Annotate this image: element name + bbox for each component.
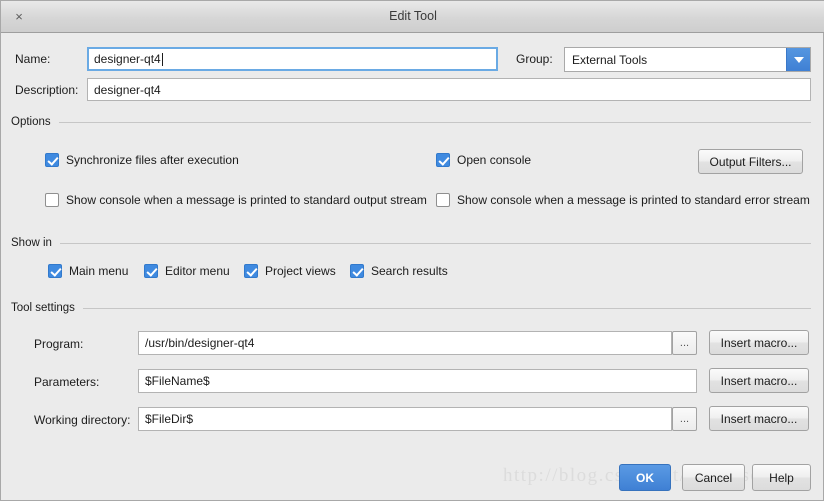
group-label: Group:: [516, 52, 553, 66]
checkbox-indicator: [45, 193, 59, 207]
parameters-label: Parameters:: [34, 375, 100, 389]
parameters-input-value: $FileName$: [145, 374, 210, 388]
group-select-value: External Tools: [572, 52, 648, 67]
program-insert-macro-button[interactable]: Insert macro...: [709, 330, 809, 355]
checkbox-label: Project views: [265, 264, 336, 278]
show-in-group-header: Show in: [11, 235, 811, 251]
checkbox-show-console-stderr[interactable]: Show console when a message is printed t…: [436, 193, 810, 207]
checkbox-sync-files[interactable]: Synchronize files after execution: [45, 153, 239, 167]
program-browse-button[interactable]: ...: [672, 331, 697, 355]
checkbox-main-menu[interactable]: Main menu: [48, 264, 128, 278]
working-directory-label: Working directory:: [34, 413, 131, 427]
divider: [59, 242, 811, 244]
group-select[interactable]: External Tools: [564, 47, 811, 72]
parameters-insert-macro-button[interactable]: Insert macro...: [709, 368, 809, 393]
description-label: Description:: [15, 83, 79, 97]
checkbox-indicator: [436, 193, 450, 207]
checkbox-editor-menu[interactable]: Editor menu: [144, 264, 230, 278]
name-label: Name:: [15, 52, 51, 66]
program-input-value: /usr/bin/designer-qt4: [145, 336, 255, 350]
divider: [58, 121, 811, 123]
checkbox-label: Main menu: [69, 264, 129, 278]
help-button[interactable]: Help: [752, 464, 811, 491]
checkbox-search-results[interactable]: Search results: [350, 264, 448, 278]
tool-settings-group-title: Tool settings: [11, 302, 75, 314]
title-bar: × Edit Tool: [1, 1, 824, 33]
page-title: Edit Tool: [389, 9, 437, 23]
checkbox-label: Show console when a message is printed t…: [66, 193, 427, 207]
checkbox-indicator: [48, 264, 62, 278]
description-input[interactable]: designer-qt4: [87, 78, 811, 101]
options-group-title: Options: [11, 116, 51, 128]
working-directory-input-value: $FileDir$: [145, 412, 194, 426]
checkbox-indicator: [144, 264, 158, 278]
checkbox-indicator: [244, 264, 258, 278]
options-group-header: Options: [11, 114, 811, 130]
checkbox-indicator: [45, 153, 59, 167]
parameters-input[interactable]: $FileName$: [138, 369, 697, 393]
divider: [82, 307, 811, 309]
working-directory-input[interactable]: $FileDir$: [138, 407, 672, 431]
show-in-group-title: Show in: [11, 237, 52, 249]
edit-tool-dialog: × Edit Tool Name: designer-qt4 Group: Ex…: [0, 0, 824, 501]
tool-settings-group-header: Tool settings: [11, 300, 811, 316]
checkbox-show-console-stdout[interactable]: Show console when a message is printed t…: [45, 193, 427, 207]
checkbox-label: Show console when a message is printed t…: [457, 193, 810, 207]
program-input[interactable]: /usr/bin/designer-qt4: [138, 331, 672, 355]
output-filters-button[interactable]: Output Filters...: [698, 149, 803, 174]
checkbox-open-console[interactable]: Open console: [436, 153, 531, 167]
checkbox-indicator: [436, 153, 450, 167]
checkbox-label: Editor menu: [165, 264, 230, 278]
chevron-down-icon[interactable]: [786, 48, 810, 71]
checkbox-indicator: [350, 264, 364, 278]
cancel-button[interactable]: Cancel: [682, 464, 745, 491]
name-input-value: designer-qt4: [94, 52, 161, 66]
working-directory-browse-button[interactable]: ...: [672, 407, 697, 431]
checkbox-project-views[interactable]: Project views: [244, 264, 336, 278]
checkbox-label: Synchronize files after execution: [66, 153, 239, 167]
checkbox-label: Open console: [457, 153, 532, 167]
text-caret: [161, 52, 163, 66]
working-directory-insert-macro-button[interactable]: Insert macro...: [709, 406, 809, 431]
checkbox-label: Search results: [371, 264, 448, 278]
program-label: Program:: [34, 337, 84, 351]
name-input[interactable]: designer-qt4: [87, 47, 498, 71]
ok-button[interactable]: OK: [619, 464, 671, 491]
description-input-value: designer-qt4: [94, 82, 161, 97]
